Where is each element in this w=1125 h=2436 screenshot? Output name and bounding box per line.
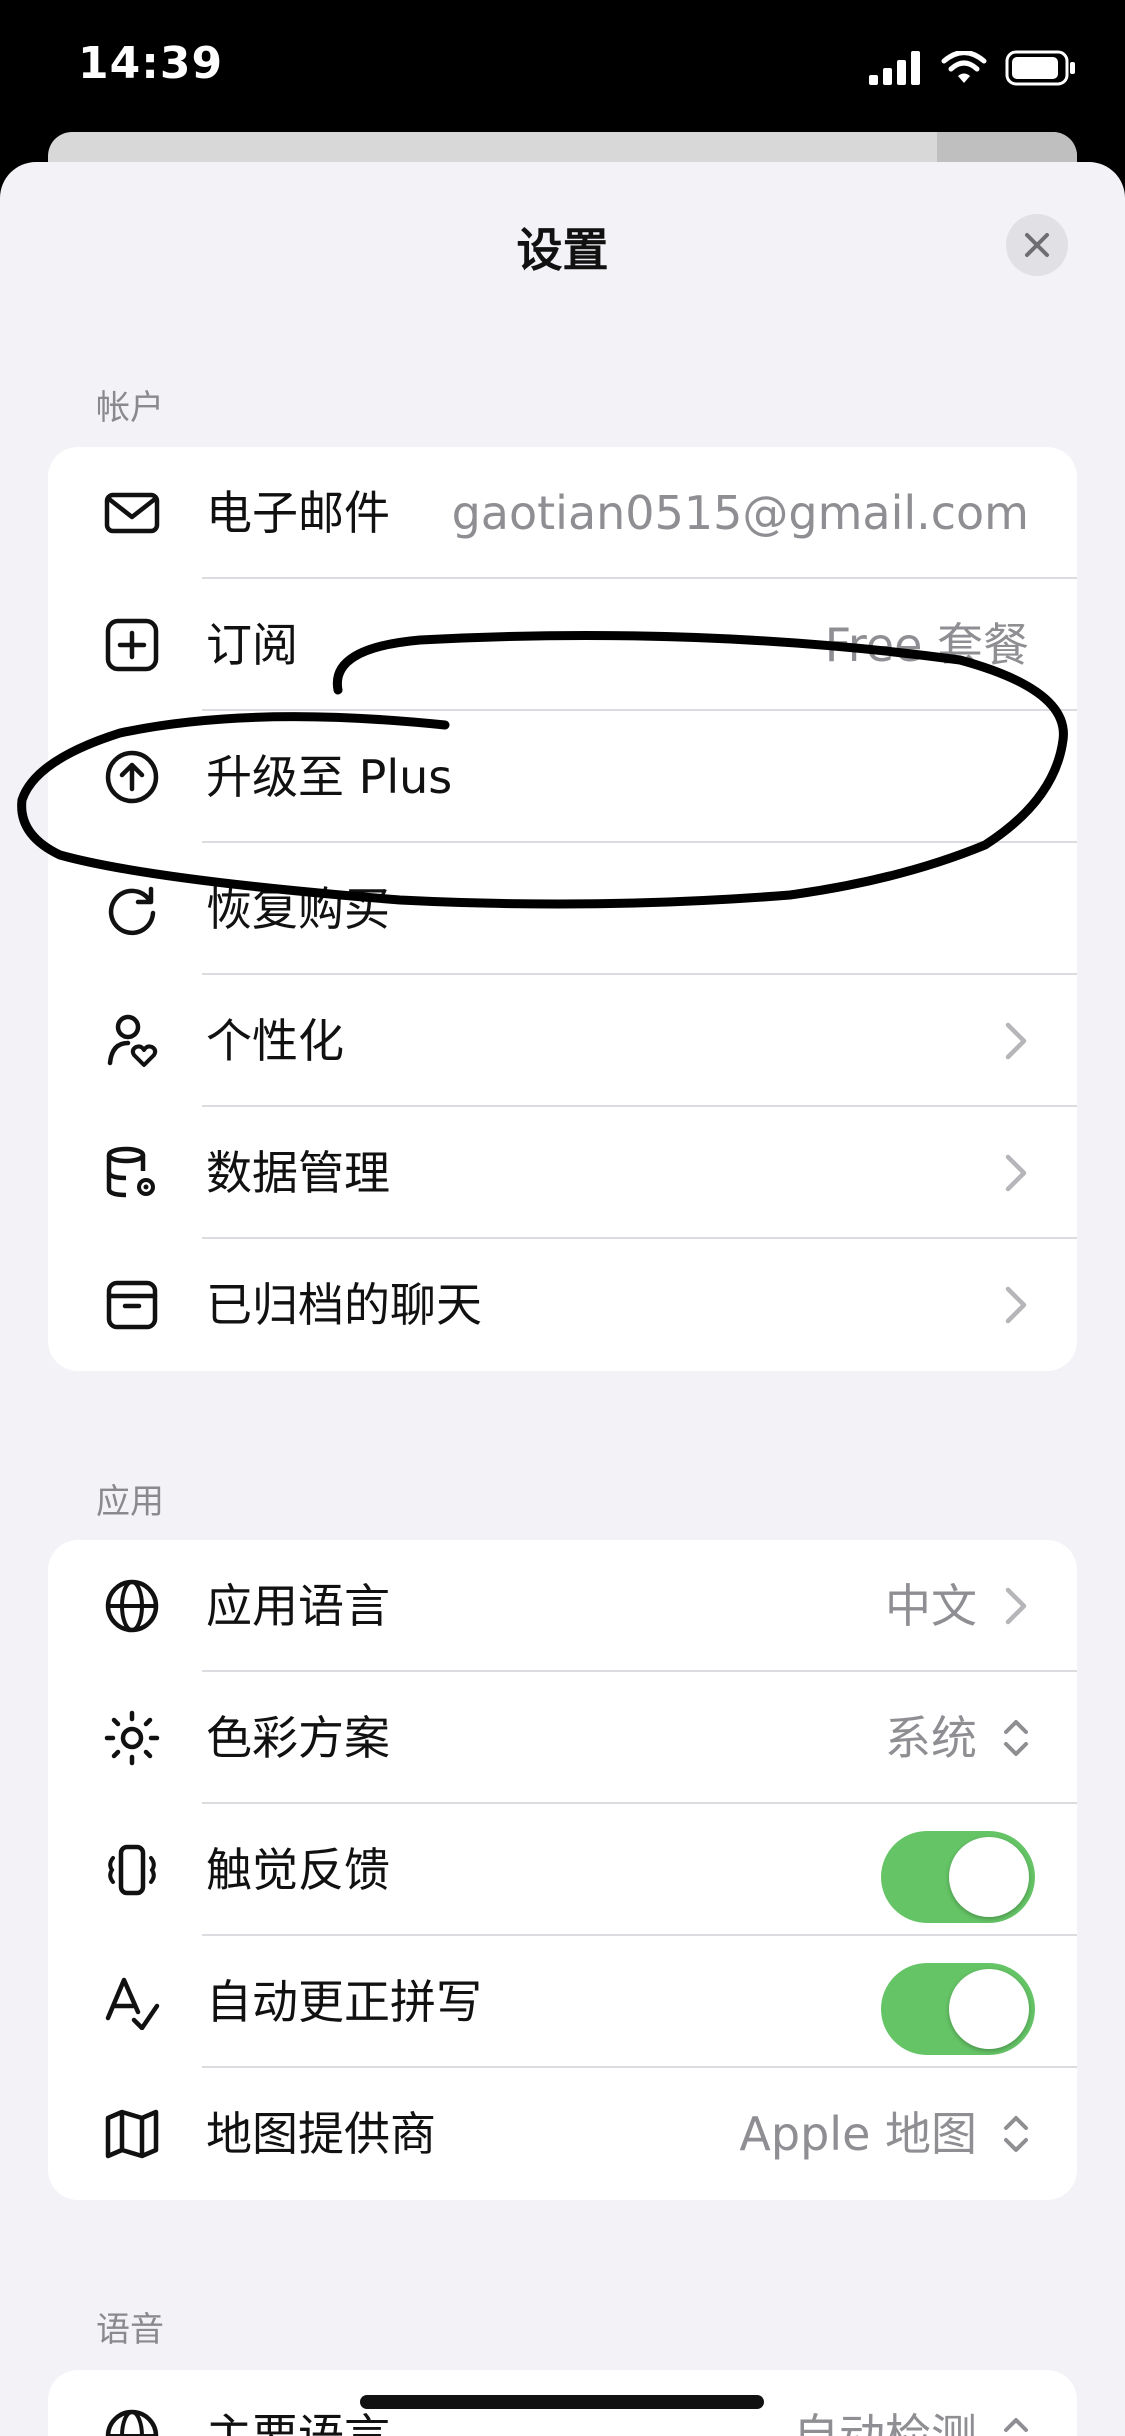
- row-color-scheme[interactable]: 色彩方案 系统: [48, 1672, 1077, 1804]
- row-autocorrect: 自动更正拼写: [48, 1936, 1077, 2068]
- row-label: 应用语言: [206, 1579, 390, 1633]
- close-icon: [1025, 233, 1049, 257]
- globe-icon: [102, 2406, 162, 2436]
- row-label: 数据管理: [206, 1146, 390, 1200]
- row-label: 已归档的聊天: [206, 1278, 482, 1332]
- chevron-right-icon: [1005, 1154, 1027, 1192]
- plus-square-icon: [102, 615, 162, 675]
- color-scheme-value: 系统: [885, 1711, 977, 1765]
- status-time: 14:39: [78, 38, 224, 89]
- row-personalization[interactable]: 个性化: [48, 975, 1077, 1107]
- row-label: 电子邮件: [206, 486, 390, 540]
- autocorrect-toggle[interactable]: [881, 1963, 1035, 2055]
- cellular-signal-icon: [869, 51, 920, 85]
- section-label-app: 应用: [96, 1482, 164, 1522]
- row-data-management[interactable]: 数据管理: [48, 1107, 1077, 1239]
- wifi-icon: [941, 51, 987, 83]
- row-label: 升级至 Plus: [206, 750, 453, 804]
- subscription-value: Free 套餐: [824, 618, 1029, 672]
- row-label: 恢复购买: [206, 882, 390, 936]
- haptic-feedback-toggle[interactable]: [881, 1831, 1035, 1923]
- close-button[interactable]: [1006, 214, 1068, 276]
- row-label: 地图提供商: [206, 2107, 436, 2161]
- row-label: 订阅: [206, 618, 298, 672]
- row-map-provider[interactable]: 地图提供商 Apple 地图: [48, 2068, 1077, 2200]
- spellcheck-icon: [102, 1972, 162, 2032]
- account-group: 电子邮件 gaotian0515@gmail.com 订阅 Free 套餐 升级…: [48, 447, 1077, 1371]
- row-label: 自动更正拼写: [206, 1975, 482, 2029]
- database-gear-icon: [102, 1143, 162, 1203]
- row-archived-chats[interactable]: 已归档的聊天: [48, 1239, 1077, 1371]
- row-label: 色彩方案: [206, 1711, 390, 1765]
- email-value: gaotian0515@gmail.com: [451, 486, 1029, 540]
- status-bar: 14:39: [0, 0, 1125, 130]
- row-app-language[interactable]: 应用语言 中文: [48, 1540, 1077, 1672]
- app-group: 应用语言 中文 色彩方案 系统 触觉反馈 自动更正拼写 地图提供商 Apple …: [48, 1540, 1077, 2200]
- app-language-value: 中文: [885, 1579, 977, 1633]
- home-indicator: [360, 2395, 764, 2409]
- row-label: 个性化: [206, 1014, 344, 1068]
- archive-box-icon: [102, 1275, 162, 1335]
- section-label-account: 帐户: [96, 388, 164, 428]
- chevron-right-icon: [1005, 1286, 1027, 1324]
- settings-sheet: 设置 帐户 电子邮件 gaotian0515@gmail.com 订阅 Free…: [0, 162, 1125, 2436]
- section-label-voice: 语音: [96, 2310, 164, 2350]
- battery-icon: [1005, 50, 1075, 86]
- chevron-right-icon: [1005, 1022, 1027, 1060]
- map-icon: [102, 2104, 162, 2164]
- row-haptic-feedback: 触觉反馈: [48, 1804, 1077, 1936]
- chevron-up-down-icon: [1004, 2418, 1028, 2432]
- row-label: 触觉反馈: [206, 1843, 390, 1897]
- row-email[interactable]: 电子邮件 gaotian0515@gmail.com: [48, 447, 1077, 579]
- chevron-up-down-icon: [1004, 1720, 1028, 1756]
- row-restore-purchases[interactable]: 恢复购买: [48, 843, 1077, 975]
- status-icons: [869, 50, 1077, 86]
- page-title: 设置: [516, 223, 609, 277]
- arrow-up-circle-icon: [102, 747, 162, 807]
- chevron-up-down-icon: [1004, 2116, 1028, 2152]
- row-subscription[interactable]: 订阅 Free 套餐: [48, 579, 1077, 711]
- refresh-icon: [102, 879, 162, 939]
- sun-icon: [102, 1708, 162, 1768]
- globe-icon: [102, 1576, 162, 1636]
- chevron-right-icon: [1005, 1587, 1027, 1625]
- map-provider-value: Apple 地图: [739, 2107, 977, 2161]
- person-heart-icon: [102, 1011, 162, 1071]
- main-language-value: 自动检测: [793, 2409, 977, 2436]
- row-upgrade-plus[interactable]: 升级至 Plus: [48, 711, 1077, 843]
- phone-vibrate-icon: [102, 1840, 162, 1900]
- mail-icon: [102, 483, 162, 543]
